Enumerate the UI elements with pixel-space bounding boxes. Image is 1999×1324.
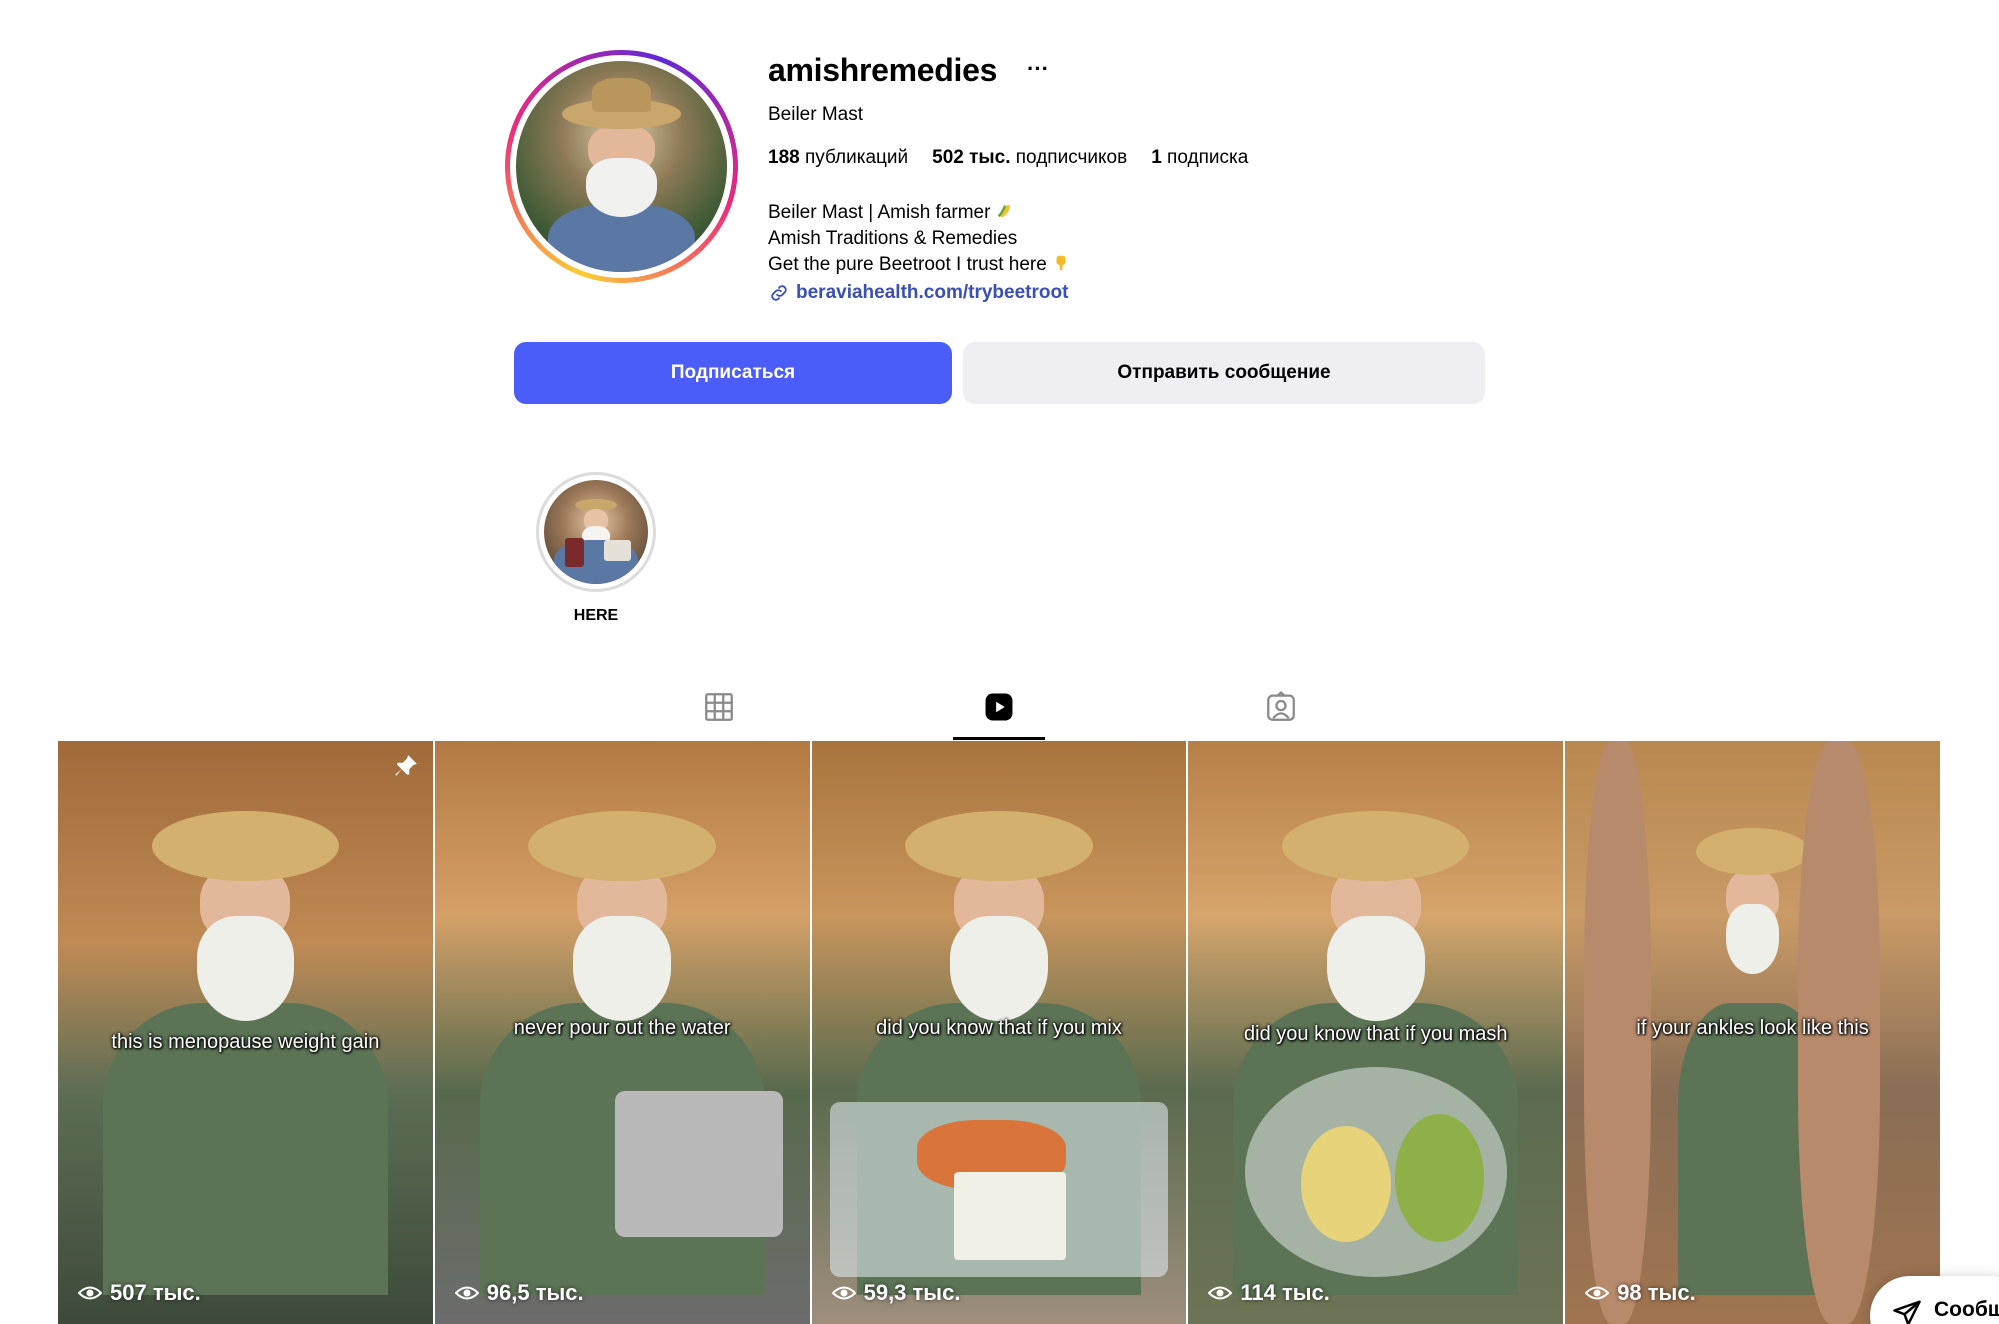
views-eye-icon [454,1286,479,1300]
bio-line-2: Amish Traditions & Remedies [768,228,1018,249]
reel-views: 98 тыс. [1585,1280,1696,1306]
reel-views: 59,3 тыс. [831,1280,960,1306]
highlight-cover [544,480,648,584]
grid-icon[interactable] [702,690,736,724]
send-message-button[interactable]: Отправить сообщение [963,342,1485,404]
link-icon [771,285,787,301]
bio-line-1: Beiler Mast | Amish farmer [768,202,991,223]
pointing-down-icon [1056,255,1066,271]
more-options-icon[interactable]: ··· [1027,56,1049,82]
profile-bio: Beiler Mast | Amish farmer Amish Traditi… [768,200,1070,278]
story-highlight[interactable] [536,472,656,592]
profile-stats: 188 публикаций 502 тыс. подписчиков 1 по… [768,147,1248,169]
pin-icon [394,755,417,776]
messages-bubble[interactable]: Сообщ [1870,1276,1999,1324]
profile-username: amishremedies [768,52,998,88]
corn-icon [997,204,1010,218]
profile-avatar[interactable] [505,50,738,283]
posts-count-stat: 188 публикаций [768,147,909,168]
messages-bubble-label: Сообщ [1934,1298,1999,1321]
reels-grid: this is menopause weight gain 507 тыс. n… [58,741,1940,1324]
reel-caption: if your ankles look like this [1636,1017,1869,1039]
reel-tile[interactable]: this is menopause weight gain 507 тыс. [58,741,433,1324]
avatar-photo [516,61,727,272]
reel-tile[interactable]: never pour out the water 96,5 тыс. [434,741,810,1324]
highlight-label: HERE [573,607,619,624]
profile-full-name: Beiler Mast [768,104,864,125]
reel-views: 114 тыс. [1208,1280,1330,1306]
direct-send-icon [1893,1300,1921,1324]
reels-icon[interactable] [982,690,1016,724]
following-count-stat[interactable]: 1 подписка [1151,147,1248,169]
bio-line-3: Get the pure Beetroot I trust here [768,254,1047,275]
views-eye-icon [78,1286,102,1300]
reel-caption: did you know that if you mix [876,1017,1122,1039]
followers-count-stat[interactable]: 502 тыс. подписчиков [932,147,1127,169]
profile-link-text[interactable]: beraviahealth.com/trybeetroot [796,282,1068,304]
profile-page: amishremedies ··· Beiler Mast 188 публик… [0,0,1999,1324]
reel-views: 507 тыс. [78,1280,201,1306]
reel-caption: never pour out the water [513,1017,731,1039]
active-tab-indicator [953,737,1045,740]
views-eye-icon [1208,1286,1233,1300]
tagged-icon[interactable] [1264,690,1298,724]
follow-button[interactable]: Подписаться [514,342,952,404]
views-eye-icon [831,1286,856,1300]
reel-caption: did you know that if you mash [1244,1023,1508,1045]
profile-link[interactable]: beraviahealth.com/trybeetroot [768,282,1068,304]
reel-tile[interactable]: did you know that if you mash 114 тыс. [1188,741,1564,1324]
reel-views: 96,5 тыс. [454,1280,584,1306]
views-eye-icon [1585,1286,1610,1300]
reel-tile[interactable]: if your ankles look like this 98 тыс. [1565,741,1940,1324]
reel-tile[interactable]: did you know that if you mix 59,3 тыс. [811,741,1187,1324]
reel-caption: this is menopause weight gain [111,1031,380,1053]
